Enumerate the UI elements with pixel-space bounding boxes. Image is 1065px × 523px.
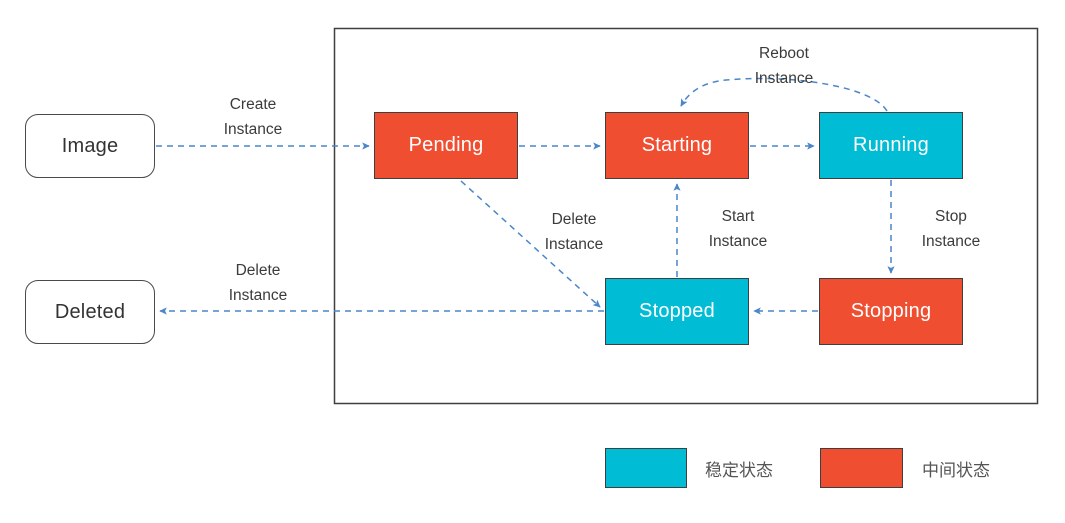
node-starting-label: Starting	[641, 134, 713, 156]
legend-swatch-intermediate	[820, 448, 903, 488]
node-stopping-label: Stopping	[850, 300, 932, 322]
node-deleted[interactable]: Deleted	[25, 280, 155, 344]
edge-label-delete-instance-pending: Delete Instance	[544, 211, 604, 254]
node-starting[interactable]: Starting	[605, 112, 749, 179]
node-image[interactable]: Image	[25, 114, 155, 178]
node-deleted-label: Deleted	[54, 300, 126, 323]
node-pending-label: Pending	[408, 134, 484, 156]
legend-label-intermediate: 中间状态	[922, 461, 990, 481]
node-running-label: Running	[853, 134, 929, 156]
node-pending[interactable]: Pending	[374, 112, 518, 179]
edge-label-stop-instance: Stop Instance	[921, 208, 981, 251]
edge-label-create-instance: Create Instance	[223, 96, 283, 139]
edge-label-delete-instance-stopped: Delete Instance	[228, 262, 288, 305]
edge-label-start-instance: Start Instance	[708, 208, 768, 251]
connector-layer	[156, 27, 1039, 405]
legend-swatch-stable	[605, 448, 687, 488]
diagram-canvas: Image Deleted Pending Starting Running S…	[0, 0, 1065, 523]
legend-label-stable: 稳定状态	[705, 461, 773, 481]
node-stopped-label: Stopped	[639, 300, 715, 322]
edge-label-reboot-instance: Reboot Instance	[754, 45, 814, 88]
node-stopped[interactable]: Stopped	[605, 278, 749, 345]
node-image-label: Image	[61, 134, 119, 157]
node-stopping[interactable]: Stopping	[819, 278, 963, 345]
node-running[interactable]: Running	[819, 112, 963, 179]
